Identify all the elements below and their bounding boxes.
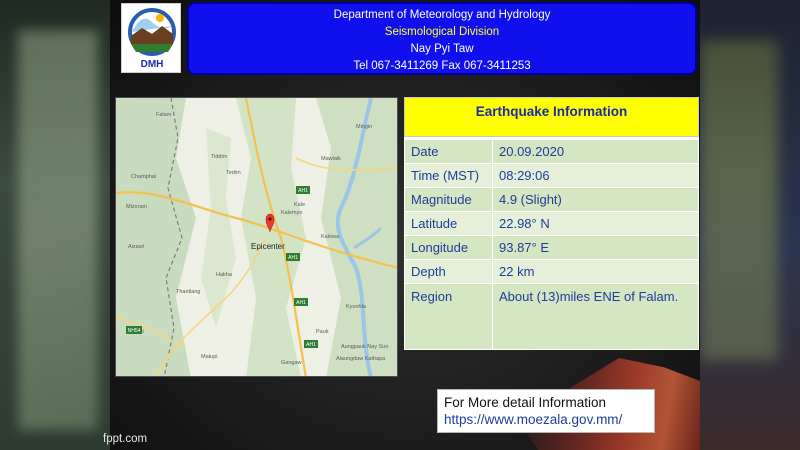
map-graphic: Falam Tedim Kalemyo Kale Mawlaik Hakha G… (116, 98, 397, 376)
table-row: Magnitude 4.9 (Slight) (404, 187, 699, 212)
row-label: Latitude (404, 211, 493, 236)
city-name: Nay Pyi Taw (410, 43, 474, 55)
table-row: Longitude 93.87° E (404, 235, 699, 260)
dmh-logo-icon: DMH (128, 8, 176, 70)
row-value: 22.98° N (492, 211, 699, 236)
earthquake-info-panel: Earthquake Information Date 20.09.2020 Ti… (404, 97, 699, 350)
row-label: Magnitude (404, 187, 493, 212)
epicenter-label: Epicenter (251, 242, 285, 251)
place-label: Kale (294, 202, 305, 208)
background-right-box (700, 40, 778, 360)
row-value: 22 km (492, 259, 699, 284)
detail-info-box: For More detail Information https://www.… (437, 389, 655, 433)
background-left-map (18, 30, 98, 430)
place-label: Aungpauk Nay Sun (341, 344, 388, 350)
place-label: Kalewa (321, 234, 340, 240)
place-label: Champhai (131, 174, 156, 180)
place-label: Matupi (201, 354, 218, 360)
table-row: Latitude 22.98° N (404, 211, 699, 236)
place-label: Pauk (316, 329, 329, 335)
info-title: Earthquake Information (404, 97, 699, 137)
place-label: Tiddim (211, 154, 228, 160)
place-label: Thantlang (176, 289, 200, 295)
table-row: Date 20.09.2020 (404, 139, 699, 164)
table-row: Depth 22 km (404, 259, 699, 284)
background-left-panel (0, 0, 110, 450)
detail-link[interactable]: https://www.moezala.gov.mm/ (444, 411, 648, 428)
row-label: Depth (404, 259, 493, 284)
place-label: Gangaw (281, 360, 302, 366)
place-label: Mizoram (126, 204, 148, 210)
place-label: Mawlaik (321, 156, 341, 162)
row-label: Date (404, 139, 493, 164)
detail-title: For More detail Information (444, 395, 607, 410)
place-label: Aizawl (128, 244, 144, 250)
background-right-panel (690, 0, 800, 450)
place-label: Alaungdaw Kathapa (336, 356, 386, 362)
road-shield: AH1 (306, 342, 316, 348)
table-row: Time (MST) 08:29:06 (404, 163, 699, 188)
info-table: Date 20.09.2020 Time (MST) 08:29:06 Magnit… (404, 139, 699, 350)
row-value: About (13)miles ENE of Falam. (492, 283, 699, 350)
table-row: Region About (13)miles ENE of Falam. (404, 283, 699, 350)
place-label: Kyunhla (346, 304, 367, 310)
org-name: Department of Meteorology and Hydrology (333, 9, 551, 21)
contact-info: Tel 067-3411269 Fax 067-3411253 (353, 60, 531, 72)
road-shield: NH54 (128, 328, 141, 334)
place-label: Kalemyo (281, 210, 302, 216)
road-shield: AH1 (296, 300, 306, 306)
dmh-logo: DMH (121, 3, 181, 73)
row-label: Region (404, 283, 493, 350)
row-value: 4.9 (Slight) (492, 187, 699, 212)
row-value: 93.87° E (492, 235, 699, 260)
place-label: Hakha (216, 272, 233, 278)
footer-credit: fppt.com (103, 433, 148, 445)
place-label: Tedim (226, 170, 241, 176)
logo-text: DMH (141, 59, 164, 70)
road-shield: AH1 (298, 188, 308, 194)
row-label: Time (MST) (404, 163, 493, 188)
header-banner: Department of Meteorology and Hydrology … (187, 2, 697, 75)
place-label: Falam (156, 112, 172, 118)
row-label: Longitude (404, 235, 493, 260)
division-name: Seismological Division (384, 26, 500, 38)
epicenter-map: Falam Tedim Kalemyo Kale Mawlaik Hakha G… (115, 97, 398, 377)
place-label: Mingin (356, 124, 372, 130)
road-shield: AH1 (288, 255, 298, 261)
row-value: 08:29:06 (492, 163, 699, 188)
row-value: 20.09.2020 (492, 139, 699, 164)
